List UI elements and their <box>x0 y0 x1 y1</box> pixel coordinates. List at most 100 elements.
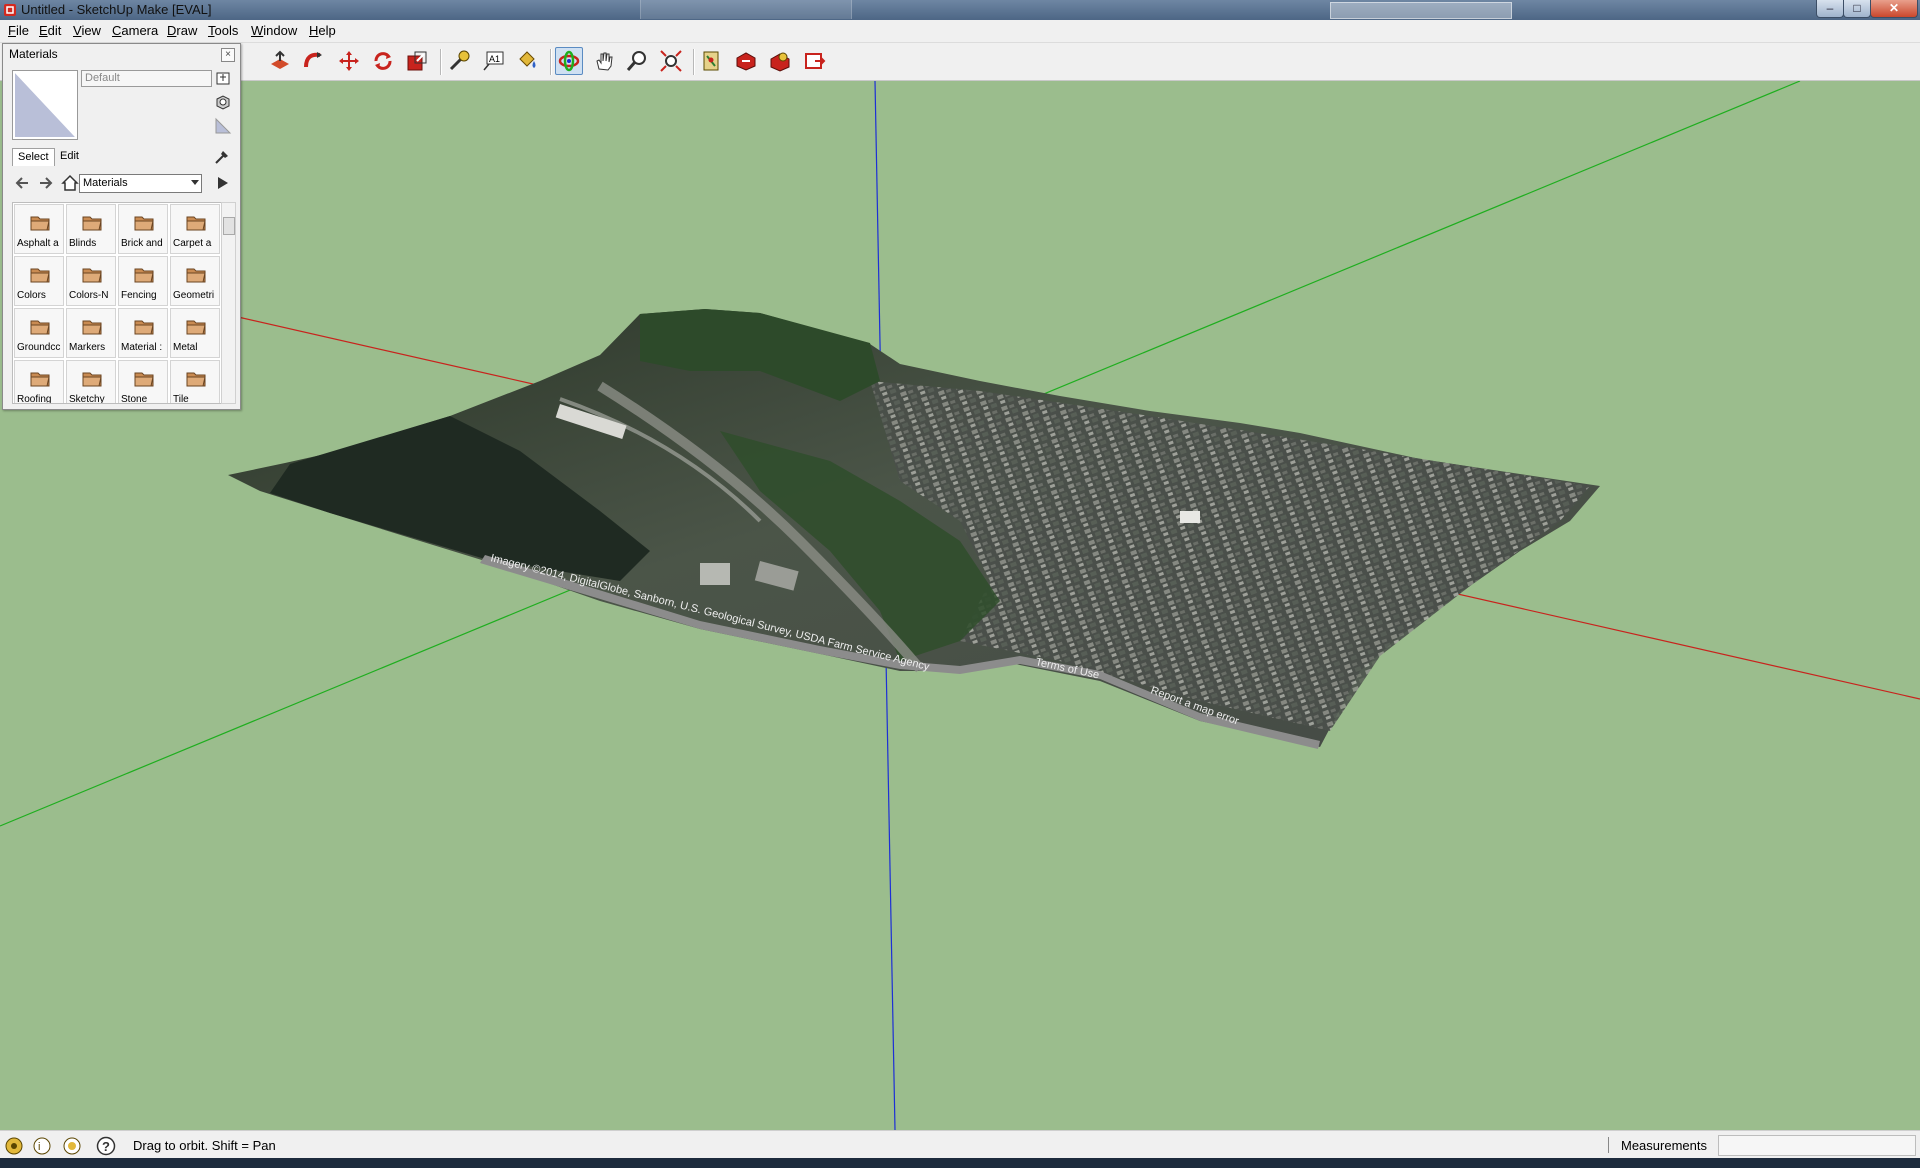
material-folder-label: Geometri <box>173 290 215 301</box>
folder-icon <box>30 320 50 335</box>
default-material-mini-icon[interactable] <box>214 117 232 135</box>
share-model-button[interactable] <box>766 47 794 75</box>
materials-panel-title: Materials <box>9 47 58 61</box>
material-folder-item[interactable]: Roofing <box>14 360 64 404</box>
rotate-icon <box>374 52 392 70</box>
credits-icon[interactable]: i <box>32 1136 52 1156</box>
share-model-icon <box>770 52 790 72</box>
materials-panel-header[interactable]: Materials × <box>3 44 240 64</box>
help-question-icon[interactable]: ? <box>96 1136 116 1156</box>
zoom-tool-button[interactable] <box>623 47 651 75</box>
scrollbar-thumb[interactable] <box>223 217 235 235</box>
folder-icon <box>186 216 206 231</box>
materials-grid-scrollbar[interactable] <box>221 202 236 404</box>
push-pull-tool-button[interactable] <box>266 47 294 75</box>
menu-bar: File Edit View Camera Draw Tools Window … <box>0 20 1920 43</box>
tape-measure-tool-button[interactable] <box>445 47 473 75</box>
send-to-layout-button[interactable] <box>801 47 829 75</box>
material-folder-label: Material : <box>121 342 163 353</box>
materials-panel-close-button[interactable]: × <box>221 48 235 62</box>
material-folder-item[interactable]: Groundcc <box>14 308 64 358</box>
material-preview-swatch <box>12 70 78 140</box>
material-folder-item[interactable]: Colors-N <box>66 256 116 306</box>
material-folder-item[interactable]: Colors <box>14 256 64 306</box>
drawing-viewport[interactable]: Imagery ©2014, DigitalGlobe, Sanborn, U.… <box>0 81 1920 1130</box>
material-folder-item[interactable]: Carpet a <box>170 204 220 254</box>
folder-icon <box>82 320 102 335</box>
move-tool-button[interactable] <box>335 47 363 75</box>
sketchup-logo-icon <box>4 4 16 16</box>
home-icon[interactable] <box>61 174 79 192</box>
toolbar-separator <box>693 49 695 75</box>
material-folder-item[interactable]: Geometri <box>170 256 220 306</box>
material-folder-item[interactable]: Tile <box>170 360 220 403</box>
material-name-field[interactable]: Default <box>81 70 212 87</box>
folder-icon <box>186 372 206 387</box>
material-folder-item[interactable]: Stone <box>118 360 168 403</box>
background-search-box <box>1330 2 1512 19</box>
status-hint-text: Drag to orbit. Shift = Pan <box>133 1138 276 1153</box>
get-models-button[interactable] <box>732 47 760 75</box>
material-folder-label: Sketchy <box>69 394 105 404</box>
material-folder-item[interactable]: Fencing <box>118 256 168 306</box>
window-title: Untitled - SketchUp Make [EVAL] <box>21 2 212 17</box>
os-taskbar-strip <box>0 1158 1920 1168</box>
paint-bucket-icon <box>519 51 536 68</box>
pan-tool-button[interactable] <box>590 47 618 75</box>
back-arrow-icon[interactable] <box>14 175 30 191</box>
material-folder-item[interactable]: Blinds <box>66 204 116 254</box>
sign-in-icon[interactable] <box>62 1136 82 1156</box>
geo-location-icon[interactable] <box>4 1136 24 1156</box>
details-arrow-icon[interactable] <box>215 175 231 191</box>
rotate-tool-button[interactable] <box>369 47 397 75</box>
material-folder-item[interactable]: Asphalt a <box>14 204 64 254</box>
folder-icon <box>186 320 206 335</box>
material-folder-item[interactable]: Brick and <box>118 204 168 254</box>
create-material-icon[interactable] <box>214 93 232 111</box>
tab-select[interactable]: Select <box>12 148 55 166</box>
menu-view[interactable]: View <box>73 23 101 38</box>
text-tool-button[interactable]: A1 <box>479 47 507 75</box>
close-button[interactable]: ✕ <box>1870 0 1918 18</box>
send-to-layout-icon <box>805 53 826 69</box>
scale-icon <box>407 51 427 71</box>
maximize-button[interactable]: □ <box>1843 0 1871 18</box>
add-location-button[interactable] <box>698 47 726 75</box>
tab-edit[interactable]: Edit <box>55 148 84 165</box>
zoom-extents-tool-button[interactable] <box>657 47 685 75</box>
default-material-icon <box>15 73 75 137</box>
menu-edit[interactable]: Edit <box>39 23 61 38</box>
menu-draw[interactable]: Draw <box>167 23 197 38</box>
material-folder-item[interactable]: Metal <box>170 308 220 358</box>
display-secondary-selection-icon[interactable] <box>214 69 232 87</box>
material-folder-label: Blinds <box>69 238 97 249</box>
folder-icon <box>82 372 102 387</box>
menu-window[interactable]: Window <box>251 23 297 38</box>
material-folder-item[interactable]: Sketchy <box>66 360 116 404</box>
zoom-extents-icon <box>660 50 682 72</box>
menu-help[interactable]: Help <box>309 23 336 38</box>
material-library-value: Materials <box>83 177 128 189</box>
measurements-input[interactable] <box>1718 1135 1916 1156</box>
paint-bucket-tool-button[interactable] <box>513 47 541 75</box>
menu-camera[interactable]: Camera <box>112 23 158 38</box>
material-library-dropdown[interactable]: Materials <box>79 174 202 193</box>
chevron-down-icon <box>191 180 199 185</box>
folder-icon <box>30 372 50 387</box>
folder-icon <box>134 372 154 387</box>
material-folder-label: Roofing <box>17 394 52 404</box>
follow-me-tool-button[interactable] <box>300 47 328 75</box>
minimize-button[interactable]: – <box>1816 0 1844 18</box>
folder-icon <box>30 268 50 283</box>
urban-area <box>870 381 1590 731</box>
forward-arrow-icon[interactable] <box>38 175 54 191</box>
push-pull-icon <box>271 50 289 69</box>
material-folder-item[interactable]: Markers <box>66 308 116 358</box>
material-folder-item[interactable]: Material : <box>118 308 168 358</box>
sample-paint-eyedropper-icon[interactable] <box>213 147 231 165</box>
menu-file[interactable]: File <box>8 23 29 38</box>
menu-tools[interactable]: Tools <box>208 23 238 38</box>
scale-tool-button[interactable] <box>403 47 431 75</box>
orbit-tool-button[interactable] <box>555 47 583 75</box>
folder-icon <box>82 216 102 231</box>
